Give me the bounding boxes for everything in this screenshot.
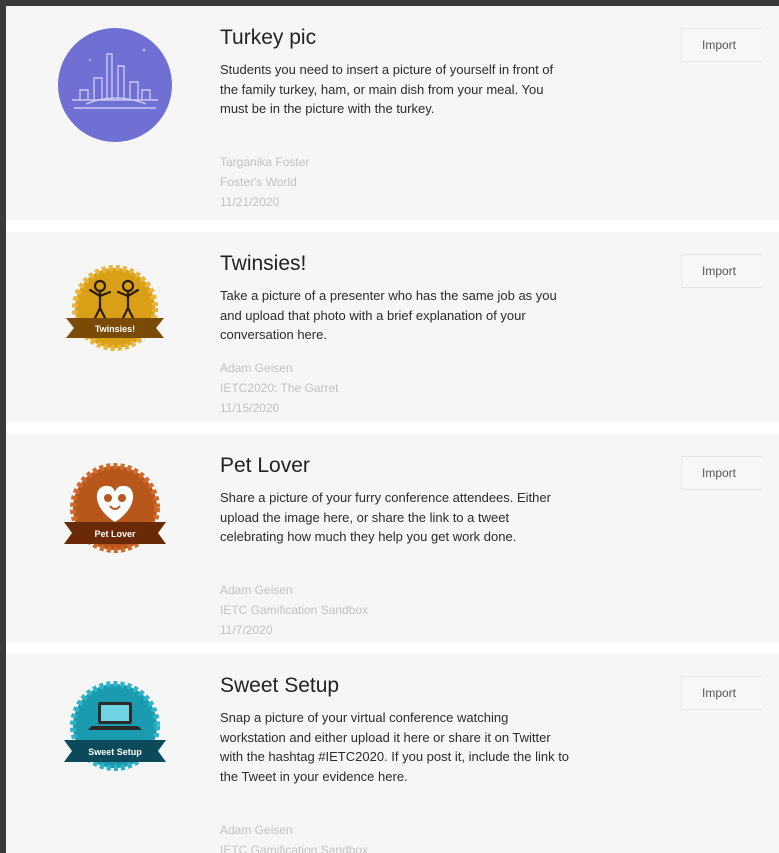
challenge-source: IETC Gamification Sandbox (220, 843, 369, 853)
import-button[interactable]: Import (681, 676, 761, 710)
challenge-author: Adam Geisen (220, 583, 293, 597)
badge-sweet-setup: Sweet Setup (64, 681, 166, 771)
challenge-card-twinsies: Twinsies! Twinsies! Take a picture of a … (6, 232, 779, 422)
challenge-title: Twinsies! (220, 252, 307, 275)
challenge-source: IETC2020: The Garret (220, 381, 339, 395)
challenge-source: Foster's World (220, 175, 297, 189)
challenge-description: Share a picture of your furry conference… (220, 490, 551, 545)
import-button[interactable]: Import (681, 254, 761, 288)
challenge-meta: Adam Geisen IETC2020: The Garret 11/15/2… (220, 358, 339, 418)
challenge-description: Snap a picture of your virtual conferenc… (220, 710, 570, 784)
challenge-author: Adam Geisen (220, 823, 293, 837)
challenge-title: Turkey pic (220, 26, 317, 49)
challenge-meta: Adam Geisen IETC Gamification Sandbox (220, 820, 368, 853)
challenge-meta: Adam Geisen IETC Gamification Sandbox 11… (220, 580, 368, 640)
challenge-card-pet-lover: Pet Lover Pet Lover Share a picture of y… (6, 434, 779, 642)
import-button[interactable]: Import (681, 456, 761, 490)
badge-label: Pet Lover (94, 529, 136, 539)
challenge-source: IETC Gamification Sandbox (220, 603, 369, 617)
challenge-author: Targanika Foster (220, 155, 310, 169)
badge-label: Sweet Setup (88, 747, 142, 757)
challenge-date: 11/21/2020 (220, 195, 280, 209)
badge-twinsies: Twinsies! (66, 265, 164, 351)
challenge-card-sweet-setup: Sweet Setup Sweet Setup Snap a picture o… (6, 654, 779, 853)
badge-turkey-pic (58, 28, 172, 142)
challenge-card-turkey-pic: Turkey pic Students you need to insert a… (6, 6, 779, 220)
challenge-description: Take a picture of a presenter who has th… (220, 288, 557, 343)
challenge-date: 11/15/2020 (220, 401, 280, 415)
challenge-author: Adam Geisen (220, 361, 293, 375)
import-button[interactable]: Import (681, 28, 761, 62)
challenge-description: Students you need to insert a picture of… (220, 62, 554, 117)
challenge-title: Pet Lover (220, 454, 310, 477)
challenge-date: 11/7/2020 (220, 623, 273, 637)
challenge-list: Turkey pic Students you need to insert a… (6, 6, 779, 853)
challenge-meta: Targanika Foster Foster's World 11/21/20… (220, 152, 309, 212)
badge-label: Twinsies! (95, 324, 135, 334)
challenge-title: Sweet Setup (220, 674, 340, 697)
badge-pet-lover: Pet Lover (64, 463, 166, 553)
